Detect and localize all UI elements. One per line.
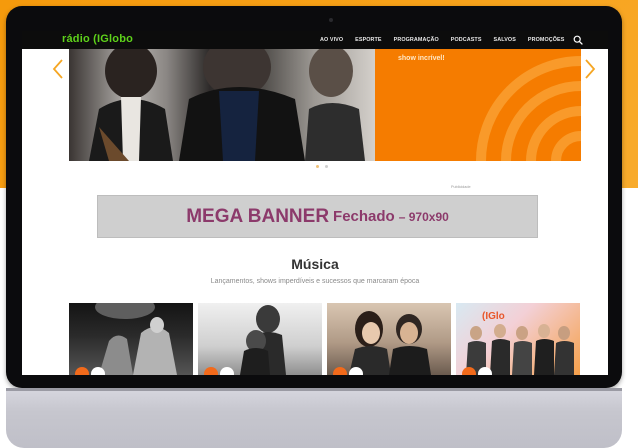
nav-item-salvos[interactable]: SALVOS	[494, 37, 516, 43]
add-button[interactable]	[478, 367, 492, 375]
hero-promo-panel: show incrível!	[375, 49, 581, 161]
laptop-base	[6, 388, 622, 448]
play-button[interactable]	[333, 367, 347, 375]
site-logo[interactable]: rádio (IGlobo	[62, 33, 133, 45]
play-button[interactable]	[75, 367, 89, 375]
hero-carousel[interactable]: show incrível!	[69, 49, 581, 161]
card-photo-duo	[240, 305, 286, 375]
ad-label: Publicidade	[451, 185, 471, 189]
svg-text:(IGlo: (IGlo	[482, 311, 505, 322]
main-menu: AO VIVO ESPORTE PROGRAMAÇÃO PODCASTS SAL…	[320, 31, 564, 49]
nav-item-podcasts[interactable]: PODCASTS	[451, 37, 482, 43]
banner-title: MEGA BANNER	[186, 205, 330, 227]
hero-waves-decoration	[476, 56, 581, 161]
banner-size: – 970x90	[398, 209, 449, 224]
section-title-musica: Música	[291, 256, 339, 272]
top-navbar: rádio (IGlobo AO VIVO ESPORTE PROGRAMAÇÃ…	[22, 31, 608, 49]
card-photo-band: (IGlo	[466, 311, 574, 375]
card-duo-portrait[interactable]	[198, 303, 322, 375]
music-cards-row: (IGlo	[69, 303, 581, 375]
chevron-right-icon[interactable]	[584, 58, 596, 80]
carousel-dot-2[interactable]	[325, 165, 328, 168]
add-button[interactable]	[91, 367, 105, 375]
card-photo-couple	[349, 311, 431, 375]
carousel-dots	[316, 165, 328, 168]
hero-photo-musicians	[69, 49, 375, 161]
nav-item-esporte[interactable]: ESPORTE	[355, 37, 381, 43]
carousel-dot-1[interactable]	[316, 165, 319, 168]
chevron-left-icon[interactable]	[52, 58, 64, 80]
laptop-base-edge	[6, 388, 622, 391]
card-band-studio[interactable]: (IGlo	[456, 303, 580, 375]
hero-photo-shapes	[89, 49, 365, 161]
laptop-screen: rádio (IGlobo AO VIVO ESPORTE PROGRAMAÇÃ…	[22, 31, 608, 375]
hero-caption: show incrível!	[398, 55, 445, 62]
play-button[interactable]	[462, 367, 476, 375]
card-couple-portrait[interactable]	[327, 303, 451, 375]
search-icon[interactable]	[573, 35, 583, 45]
nav-item-promocoes[interactable]: PROMOÇÕES	[528, 37, 565, 43]
card-concert-stage[interactable]	[69, 303, 193, 375]
camera-icon	[329, 18, 333, 22]
mega-banner-ad[interactable]: MEGA BANNER Fechado – 970x90	[97, 195, 538, 238]
section-subtitle: Lançamentos, shows imperdíveis e sucesso…	[210, 278, 420, 285]
banner-subtitle: Fechado	[333, 208, 395, 225]
nav-item-programacao[interactable]: PROGRAMAÇÃO	[394, 37, 439, 43]
play-button[interactable]	[204, 367, 218, 375]
add-button[interactable]	[349, 367, 363, 375]
card-photo-concert	[95, 303, 177, 375]
nav-item-ao-vivo[interactable]: AO VIVO	[320, 37, 343, 43]
add-button[interactable]	[220, 367, 234, 375]
